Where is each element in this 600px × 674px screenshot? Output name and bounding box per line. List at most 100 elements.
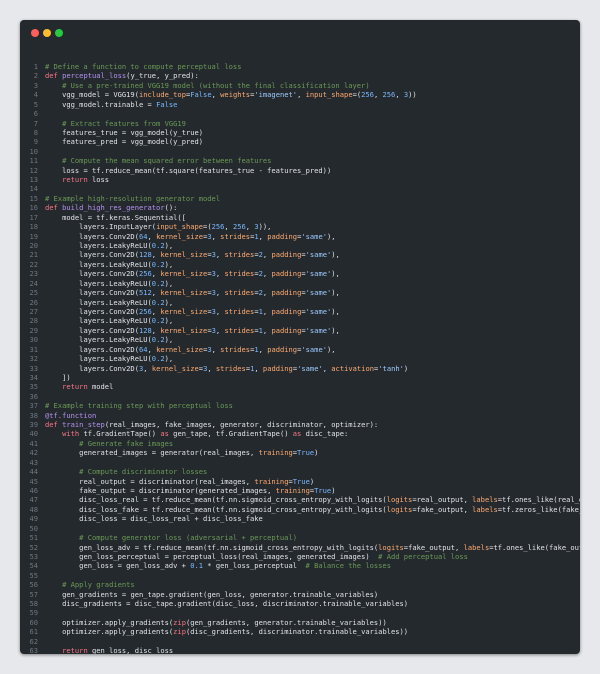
code-line[interactable]: 15 # Example high-resolution generator mo… [20, 194, 580, 203]
code-line[interactable]: 17 model = tf.keras.Sequential([ [20, 213, 580, 222]
code-line[interactable]: 53 gen_loss_perceptual = perceptual_loss… [20, 552, 580, 561]
code-line[interactable]: 33 layers.Conv2D(3, kernel_size=3, strid… [20, 364, 580, 373]
line-number: 53 [29, 551, 38, 561]
line-number: 59 [29, 608, 38, 618]
line-number: 44 [29, 467, 38, 477]
maximize-dot-icon[interactable] [55, 29, 63, 37]
line-number: 3 [33, 80, 38, 90]
code-text: return gen_loss, disc_loss [62, 646, 174, 654]
code-line[interactable]: 62 [20, 637, 580, 646]
title-bar [20, 20, 580, 46]
code-text: disc_loss_fake = tf.reduce_mean(tf.nn.si… [79, 504, 580, 514]
code-text: def train_step(real_images, fake_images,… [45, 420, 379, 430]
minimize-dot-icon[interactable] [43, 29, 51, 37]
line-number: 28 [29, 316, 38, 326]
code-line[interactable]: 34 ]) [20, 373, 580, 382]
line-number: 2 [33, 71, 38, 81]
line-number: 1 [33, 62, 38, 71]
code-line[interactable]: 7 # Extract features from VGG19 [20, 119, 580, 128]
code-line[interactable]: 52 gen_loss_adv = tf.reduce_mean(tf.nn.s… [20, 543, 580, 552]
code-line[interactable]: 12 loss = tf.reduce_mean(tf.square(featu… [20, 166, 580, 175]
code-line[interactable]: 6 [20, 109, 580, 118]
code-line[interactable]: 11 # Compute the mean squared error betw… [20, 156, 580, 165]
code-line[interactable]: 56 # Apply gradients [20, 580, 580, 589]
code-line[interactable]: 51 # Compute generator loss (adversarial… [20, 533, 580, 542]
code-line[interactable]: 46 fake_output = discriminator(generated… [20, 486, 580, 495]
code-text: # Apply gradients [62, 580, 135, 590]
code-line[interactable]: 40 with tf.GradientTape() as gen_tape, t… [20, 429, 580, 438]
code-line[interactable]: 22 layers.LeakyReLU(0.2), [20, 260, 580, 269]
code-line[interactable]: 3 # Use a pre-trained VGG19 model (witho… [20, 81, 580, 90]
code-line[interactable]: 54 gen_loss = gen_loss_adv + 0.1 * gen_l… [20, 561, 580, 570]
code-line[interactable]: 36 [20, 392, 580, 401]
line-number: 54 [29, 561, 38, 571]
code-line[interactable]: 63 return gen_loss, disc_loss [20, 646, 580, 654]
code-line[interactable]: 49 disc_loss = disc_loss_real + disc_los… [20, 514, 580, 523]
code-line[interactable]: 58 disc_gradients = disc_tape.gradient(d… [20, 599, 580, 608]
code-text: layers.Conv2D(3, kernel_size=3, strides=… [79, 363, 409, 373]
code-line[interactable]: 55 [20, 571, 580, 580]
code-line[interactable]: 39 def train_step(real_images, fake_image… [20, 420, 580, 429]
code-line[interactable]: 50 [20, 524, 580, 533]
code-line[interactable]: 60 optimizer.apply_gradients(zip(gen_gra… [20, 618, 580, 627]
code-line[interactable]: 8 features_true = vgg_model(y_true) [20, 128, 580, 137]
code-line[interactable]: 16 def build_high_res_generator(): [20, 203, 580, 212]
code-line[interactable]: 1 # Define a function to compute perceptu… [20, 62, 580, 71]
code-line[interactable]: 45 real_output = discriminator(real_imag… [20, 477, 580, 486]
line-number: 38 [29, 410, 38, 420]
line-number: 5 [33, 99, 38, 109]
code-line[interactable]: 38 @tf.function [20, 411, 580, 420]
code-line[interactable]: 35 return model [20, 382, 580, 391]
line-number: 48 [29, 504, 38, 514]
code-line[interactable]: 32 layers.LeakyReLU(0.2), [20, 354, 580, 363]
code-line[interactable]: 2 def perceptual_loss(y_true, y_pred): [20, 71, 580, 80]
code-line[interactable]: 42 generated_images = generator(real_ima… [20, 448, 580, 457]
line-number: 4 [33, 90, 38, 100]
code-line[interactable]: 9 features_pred = vgg_model(y_pred) [20, 137, 580, 146]
code-line[interactable]: 5 vgg_model.trainable = False [20, 100, 580, 109]
code-line[interactable]: 41 # Generate fake images [20, 439, 580, 448]
code-line[interactable]: 25 layers.Conv2D(512, kernel_size=3, str… [20, 288, 580, 297]
code-text: vgg_model = VGG19(include_top=False, wei… [62, 90, 417, 100]
code-text: disc_loss_real = tf.reduce_mean(tf.nn.si… [79, 495, 580, 505]
code-text: features_pred = vgg_model(y_pred) [62, 137, 204, 147]
code-text: ]) [45, 372, 71, 382]
code-text: # Example high-resolution generator mode… [45, 193, 221, 203]
code-line[interactable]: 26 layers.LeakyReLU(0.2), [20, 298, 580, 307]
close-dot-icon[interactable] [31, 29, 39, 37]
line-number: 10 [29, 146, 38, 156]
code-line[interactable]: 19 layers.Conv2D(64, kernel_size=3, stri… [20, 232, 580, 241]
line-number: 58 [29, 599, 38, 609]
code-line[interactable]: 43 [20, 458, 580, 467]
code-line[interactable]: 4 vgg_model = VGG19(include_top=False, w… [20, 90, 580, 99]
code-line[interactable]: 28 layers.LeakyReLU(0.2), [20, 316, 580, 325]
code-line[interactable]: 20 layers.LeakyReLU(0.2), [20, 241, 580, 250]
code-line[interactable]: 31 layers.Conv2D(64, kernel_size=3, stri… [20, 345, 580, 354]
code-line[interactable]: 48 disc_loss_fake = tf.reduce_mean(tf.nn… [20, 505, 580, 514]
code-text: return loss [62, 175, 110, 185]
code-line[interactable]: 47 disc_loss_real = tf.reduce_mean(tf.nn… [20, 495, 580, 504]
code-line[interactable]: 57 gen_gradients = gen_tape.gradient(gen… [20, 590, 580, 599]
code-line[interactable]: 30 layers.LeakyReLU(0.2), [20, 335, 580, 344]
code-line[interactable]: 59 [20, 608, 580, 617]
code-line[interactable]: 44 # Compute discriminator losses [20, 467, 580, 476]
code-line[interactable]: 23 layers.Conv2D(256, kernel_size=3, str… [20, 269, 580, 278]
code-text: # Compute generator loss (adversarial + … [79, 533, 297, 543]
code-line[interactable]: 21 layers.Conv2D(128, kernel_size=3, str… [20, 250, 580, 259]
code-line[interactable]: 24 layers.LeakyReLU(0.2), [20, 279, 580, 288]
code-line[interactable]: 29 layers.Conv2D(128, kernel_size=3, str… [20, 326, 580, 335]
code-line[interactable]: 13 return loss [20, 175, 580, 184]
code-line[interactable]: 61 optimizer.apply_gradients(zip(disc_gr… [20, 627, 580, 636]
line-number: 56 [29, 580, 38, 590]
code-text: layers.LeakyReLU(0.2), [79, 259, 174, 269]
code-line[interactable]: 18 layers.InputLayer(input_shape=(256, 2… [20, 222, 580, 231]
code-text: with tf.GradientTape() as gen_tape, tf.G… [62, 429, 349, 439]
code-line[interactable]: 10 [20, 147, 580, 156]
code-line[interactable]: 14 [20, 184, 580, 193]
code-line[interactable]: 37 # Example training step with perceptua… [20, 401, 580, 410]
line-number: 19 [29, 231, 38, 241]
code-text: def perceptual_loss(y_true, y_pred): [45, 71, 199, 81]
code-text: def build_high_res_generator(): [45, 203, 178, 213]
line-number: 25 [29, 288, 38, 298]
code-line[interactable]: 27 layers.Conv2D(256, kernel_size=3, str… [20, 307, 580, 316]
